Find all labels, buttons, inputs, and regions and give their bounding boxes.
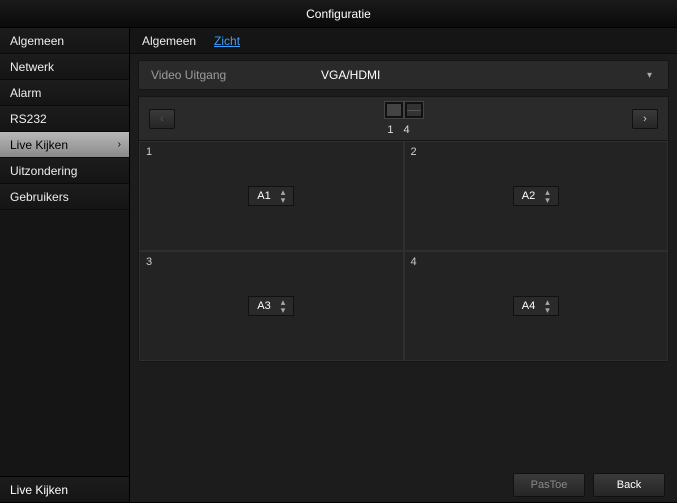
next-page-button[interactable]: › <box>632 109 658 129</box>
cell-number: 1 <box>146 146 152 158</box>
cell-number: 2 <box>411 146 417 158</box>
prev-page-button[interactable]: ‹ <box>149 109 175 129</box>
layout-header: ‹ 14 › <box>139 97 668 141</box>
channel-value: A4 <box>522 300 535 312</box>
chevron-down-icon: ▾ <box>647 70 656 81</box>
spinner-icon: ▴▾ <box>545 298 550 314</box>
channel-select-4[interactable]: A4 ▴▾ <box>513 296 559 316</box>
video-output-label: Video Uitgang <box>151 68 321 82</box>
page-total: 4 <box>404 124 420 136</box>
back-button[interactable]: Back <box>593 473 665 497</box>
channel-select-1[interactable]: A1 ▴▾ <box>248 186 294 206</box>
spinner-icon: ▴▾ <box>281 298 286 314</box>
sidebar-item-users[interactable]: Gebruikers <box>0 184 129 210</box>
channel-select-3[interactable]: A3 ▴▾ <box>248 296 294 316</box>
grid-cell-2[interactable]: 2 A2 ▴▾ <box>404 141 669 251</box>
video-output-value: VGA/HDMI <box>321 68 647 82</box>
apply-button[interactable]: PasToe <box>513 473 585 497</box>
sidebar-item-general[interactable]: Algemeen <box>0 28 129 54</box>
sidebar: Algemeen Netwerk Alarm RS232 Live Kijken… <box>0 28 130 502</box>
video-output-select[interactable]: Video Uitgang VGA/HDMI ▾ <box>138 60 669 90</box>
page-indicator: 14 <box>387 124 419 136</box>
layout-panel: ‹ 14 › 1 A1 ▴▾ <box>138 96 669 362</box>
sidebar-item-alarm[interactable]: Alarm <box>0 80 129 106</box>
sidebar-item-label: Live Kijken <box>10 138 68 152</box>
channel-select-2[interactable]: A2 ▴▾ <box>513 186 559 206</box>
tab-bar: Algemeen Zicht <box>130 28 677 54</box>
tab-general[interactable]: Algemeen <box>142 34 196 48</box>
window-title: Configuratie <box>0 0 677 28</box>
grid-cell-4[interactable]: 4 A4 ▴▾ <box>404 251 669 361</box>
spinner-icon: ▴▾ <box>281 188 286 204</box>
cell-number: 3 <box>146 256 152 268</box>
sidebar-item-liveview[interactable]: Live Kijken › <box>0 132 129 158</box>
footer-bar: PasToe Back <box>130 468 677 502</box>
spinner-icon: ▴▾ <box>545 188 550 204</box>
channel-value: A3 <box>257 300 270 312</box>
tab-view[interactable]: Zicht <box>214 34 240 48</box>
sidebar-footer: Live Kijken <box>0 476 129 502</box>
layout-2x2-icon[interactable] <box>404 101 424 119</box>
chevron-right-icon: › <box>118 132 121 158</box>
grid-cell-3[interactable]: 3 A3 ▴▾ <box>139 251 404 361</box>
channel-value: A1 <box>257 190 270 202</box>
cell-number: 4 <box>411 256 417 268</box>
channel-value: A2 <box>522 190 535 202</box>
page-current: 1 <box>387 124 403 136</box>
grid-cell-1[interactable]: 1 A1 ▴▾ <box>139 141 404 251</box>
layout-1x1-icon[interactable] <box>384 101 404 119</box>
channel-grid: 1 A1 ▴▾ 2 A2 ▴▾ 3 <box>139 141 668 361</box>
sidebar-item-exception[interactable]: Uitzondering <box>0 158 129 184</box>
sidebar-item-rs232[interactable]: RS232 <box>0 106 129 132</box>
sidebar-item-network[interactable]: Netwerk <box>0 54 129 80</box>
